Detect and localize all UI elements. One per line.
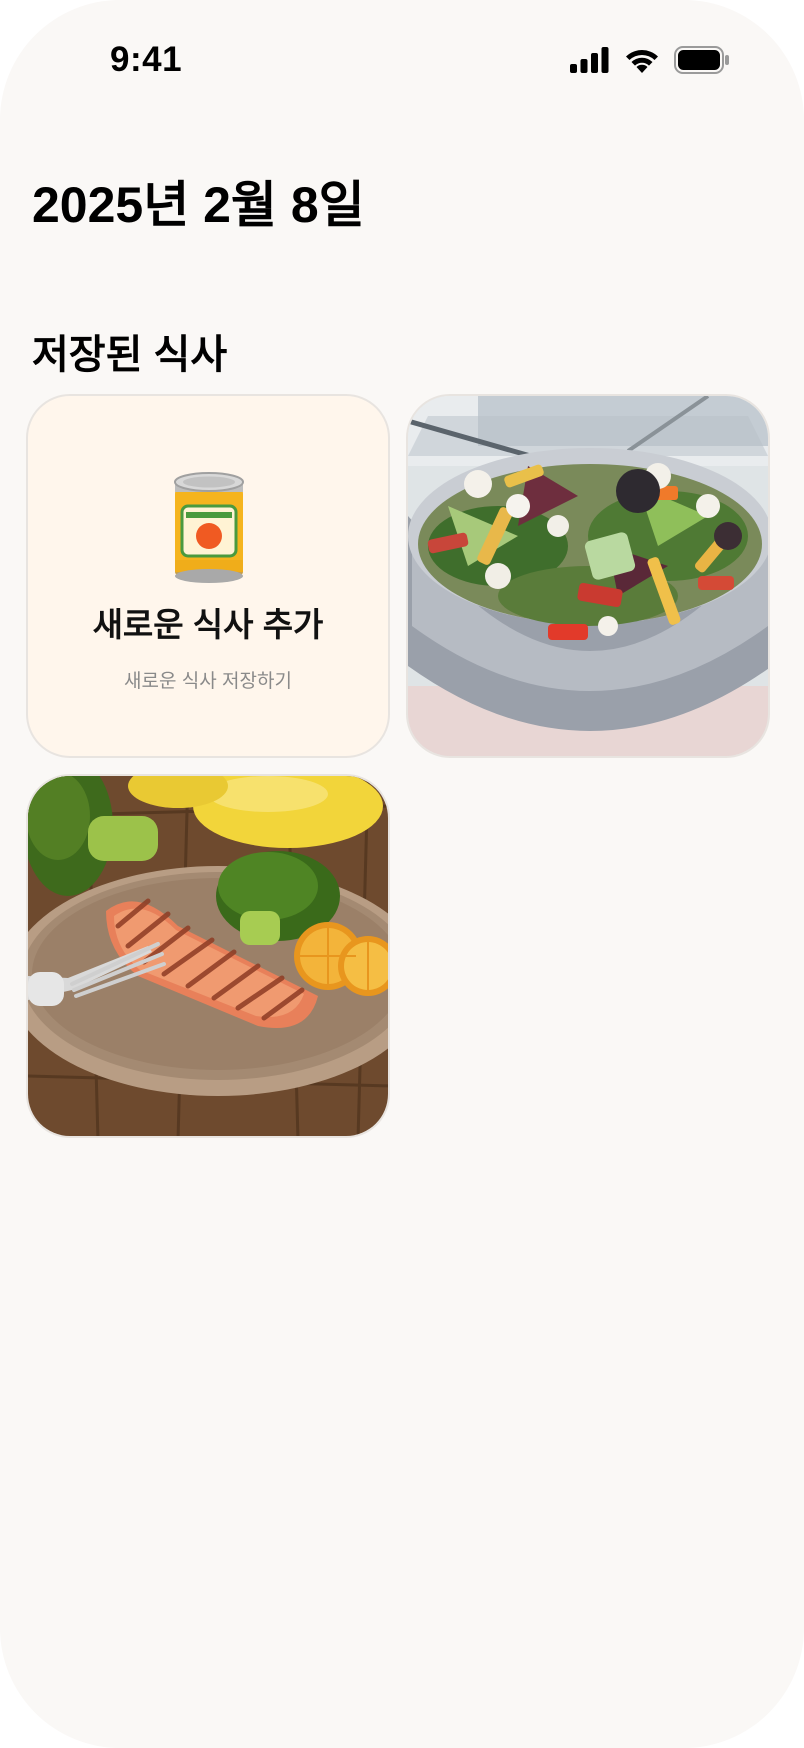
status-time: 9:41	[110, 40, 183, 79]
page-title-date: 2025년 2월 8일	[32, 177, 365, 233]
battery-icon	[674, 46, 729, 74]
add-meal-title: 새로운 식사 추가	[92, 606, 324, 643]
grilled-salmon-photo	[28, 776, 388, 1136]
wifi-icon	[626, 50, 658, 73]
add-meal-subtitle: 새로운 식사 저장하기	[124, 671, 292, 692]
signal-icon	[570, 47, 609, 73]
canned-food-icon	[174, 472, 244, 583]
add-meal-card[interactable]: 새로운 식사 추가 새로운 식사 저장하기	[26, 394, 390, 758]
meal-card-salad[interactable]	[406, 394, 770, 758]
saved-meals-heading: 저장된 식사	[32, 333, 228, 377]
phone-screen: 9:41 2025년 2월 8일 저장된 식사 새로운 식사 추가 새로운 식사…	[0, 0, 804, 1748]
meal-card-salmon[interactable]	[26, 774, 390, 1138]
status-bar: 9:41	[0, 0, 804, 120]
salad-bowl-photo	[408, 396, 768, 756]
status-icons	[570, 46, 730, 74]
